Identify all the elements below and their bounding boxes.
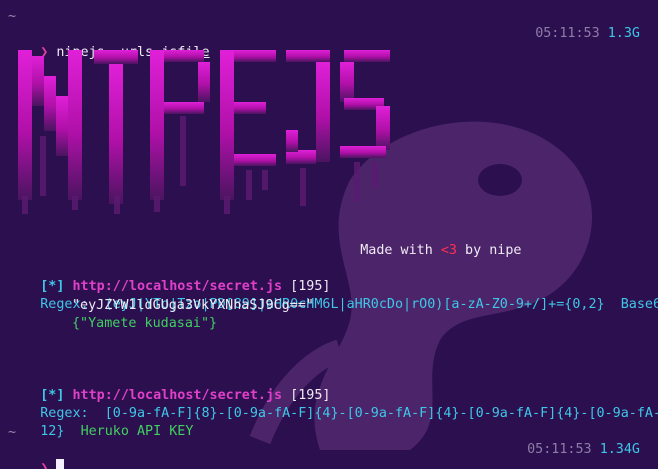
clock-time: 05:11:53 — [527, 442, 592, 457]
memory-usage: 1.3G — [607, 26, 640, 41]
cwd-indicator: ~ — [8, 9, 17, 24]
decoded-string: {"Yamete kudasai"} — [72, 316, 218, 331]
credit-suffix: by nipe — [457, 243, 522, 258]
clock-time: 05:11:53 — [535, 26, 600, 41]
input-prompt-line[interactable]: ❯ — [8, 442, 65, 469]
status-bottom: 05:11:53 1.34G — [495, 424, 640, 457]
made-with-credit: Made with <3 by nipe — [328, 225, 521, 258]
result-1-header: [*] http://localhost/secret.js [195] — [8, 261, 330, 294]
regex-pattern-cont: 12} — [40, 424, 65, 439]
credit-prefix: Made with — [360, 243, 441, 258]
command-line[interactable]: ❯ nipejs -urls jsfile — [8, 27, 209, 60]
result-1-regex: Regex: (eyJ|YTo|Tzo|PD[89]|aHR0cHM6L|aHR… — [8, 279, 658, 312]
status-top: 05:11:53 1.3G — [503, 8, 640, 41]
secret-type: Base64 — [620, 297, 658, 312]
result-2-regex-cont: 12} Heruko API KEY — [8, 406, 193, 439]
text-cursor[interactable] — [56, 459, 65, 469]
cwd-indicator: ~ — [8, 425, 17, 440]
secret-type: Heruko API KEY — [80, 424, 194, 439]
prompt-symbol: ❯ — [40, 461, 49, 469]
nipejs-banner-logo — [18, 50, 390, 214]
matched-string: "eyJZYW1ldGUga3VkYXNhaSJ9Cg==" — [72, 298, 314, 313]
result-2-header: [*] http://localhost/secret.js [195] — [8, 370, 330, 403]
result-2-regex: Regex: [0-9a-fA-F]{8}-[0-9a-fA-F]{4}-[0-… — [8, 388, 658, 421]
credit-heart: <3 — [440, 243, 457, 258]
memory-usage: 1.34G — [599, 442, 640, 457]
terminal-window[interactable]: ~ 05:11:53 1.3G ❯ nipejs -urls jsfile — [0, 0, 658, 469]
